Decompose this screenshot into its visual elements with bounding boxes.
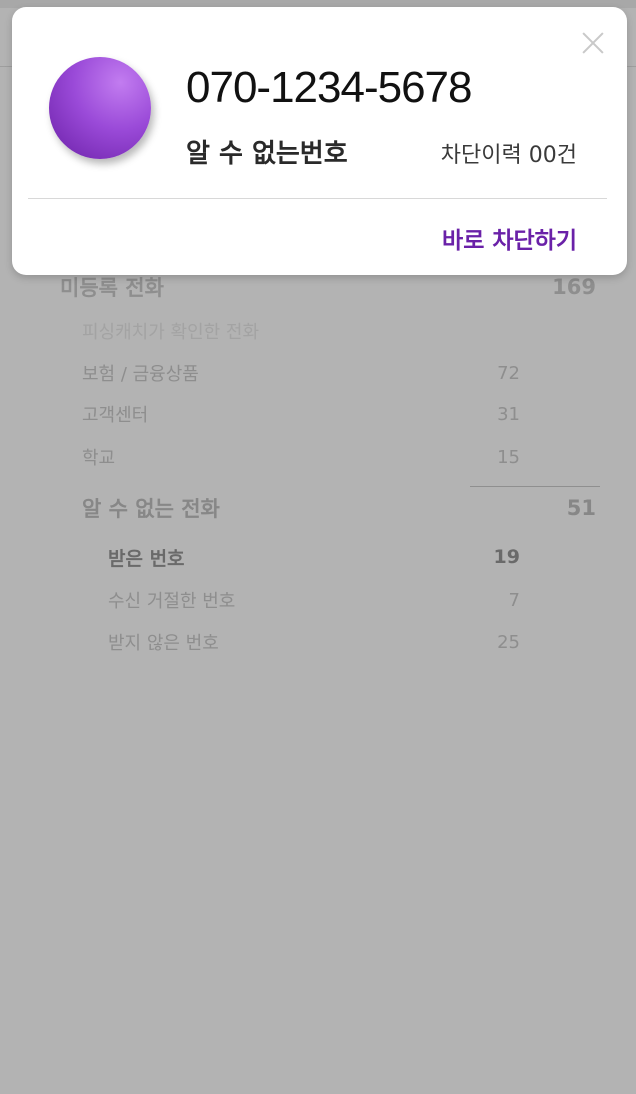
child-count: 19 [493,546,520,568]
unknown-child-row-missed[interactable]: 받지 않은 번호 25 [108,627,520,657]
block-history-count: 차단이력 00건 [440,143,577,168]
incoming-call-popup: 070-1234-5678 알 수 없는번호 차단이력 00건 바로 차단하기 [12,7,627,275]
category-count: 31 [497,403,520,425]
category-row-school[interactable]: 학교 15 [82,442,520,472]
child-count: 25 [497,631,520,653]
list-divider [470,486,600,487]
unregistered-calls-label: 미등록 전화 [60,276,164,300]
unknown-calls-row[interactable]: 알 수 없는 전화 51 [82,491,596,525]
category-label: 학교 [82,448,116,469]
category-row-customer-center[interactable]: 고객센터 31 [82,399,520,429]
unregistered-calls-count: 169 [552,275,596,299]
category-count: 72 [497,362,520,384]
unknown-child-row-received[interactable]: 받은 번호 19 [108,542,520,572]
unknown-calls-count: 51 [566,496,596,520]
child-label: 받지 않은 번호 [108,633,219,654]
popup-divider [28,198,607,199]
confirmed-calls-header: 피싱캐치가 확인한 전화 [82,322,260,343]
close-icon[interactable] [581,31,605,55]
caller-type-label: 알 수 없는번호 [186,139,348,169]
child-count: 7 [508,589,520,611]
child-label: 수신 거절한 번호 [108,591,236,612]
category-label: 고객센터 [82,405,149,426]
category-row-insurance[interactable]: 보험 / 금융상품 72 [82,358,520,388]
avatar [49,57,151,159]
category-count: 15 [497,446,520,468]
unregistered-calls-row[interactable]: 미등록 전화 169 [60,270,596,304]
child-label: 받은 번호 [108,547,185,570]
block-now-button[interactable]: 바로 차단하기 [442,221,577,255]
category-label: 보험 / 금융상품 [82,364,199,385]
unknown-child-row-rejected[interactable]: 수신 거절한 번호 7 [108,585,520,615]
phone-number: 070-1234-5678 [186,63,472,112]
unknown-calls-label: 알 수 없는 전화 [82,497,220,521]
